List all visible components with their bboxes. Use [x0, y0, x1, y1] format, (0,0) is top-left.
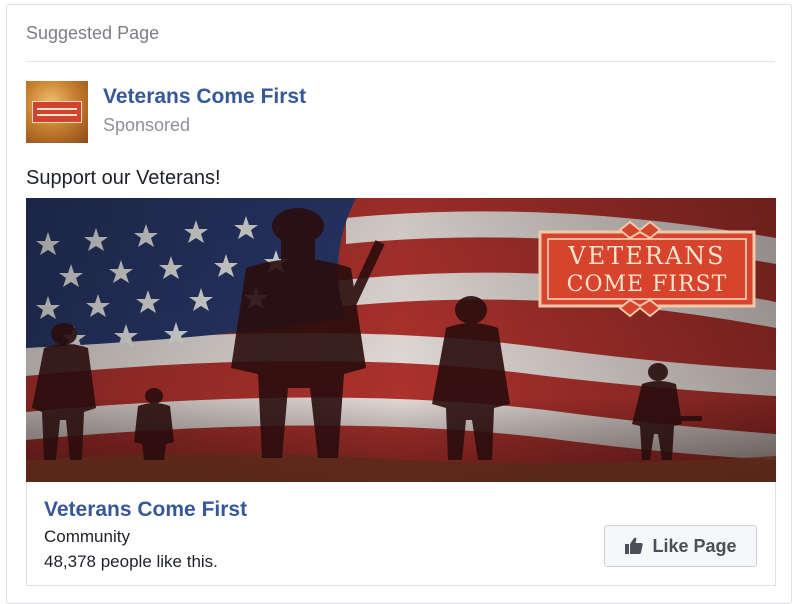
- card-header-label: Suggested Page: [26, 23, 160, 43]
- like-page-label: Like Page: [652, 535, 737, 556]
- link-preview-box[interactable]: Veterans Come First Community 48,378 peo…: [26, 482, 776, 586]
- suggested-page-card: Suggested Page Veterans Come First Spons…: [6, 4, 792, 604]
- veterans-logo-icon: [32, 101, 82, 123]
- flag-soldiers-illustration: VETERANS COME FIRST: [26, 198, 776, 482]
- likes-count: 48,378 people like this.: [44, 552, 218, 571]
- badge-line-2: COME FIRST: [567, 272, 728, 297]
- link-title[interactable]: Veterans Come First: [44, 498, 247, 522]
- post-text: Support our Veterans!: [26, 167, 221, 189]
- sponsored-label[interactable]: Sponsored: [103, 115, 190, 136]
- badge-line-1: VETERANS: [567, 242, 725, 270]
- like-page-button[interactable]: Like Page: [604, 525, 757, 567]
- ad-hero-image[interactable]: VETERANS COME FIRST: [26, 198, 776, 482]
- header-divider: [26, 61, 775, 62]
- thumbs-up-icon: [624, 536, 644, 556]
- page-category: Community: [44, 527, 130, 546]
- page-avatar[interactable]: [26, 81, 88, 143]
- page-name-link[interactable]: Veterans Come First: [103, 85, 306, 109]
